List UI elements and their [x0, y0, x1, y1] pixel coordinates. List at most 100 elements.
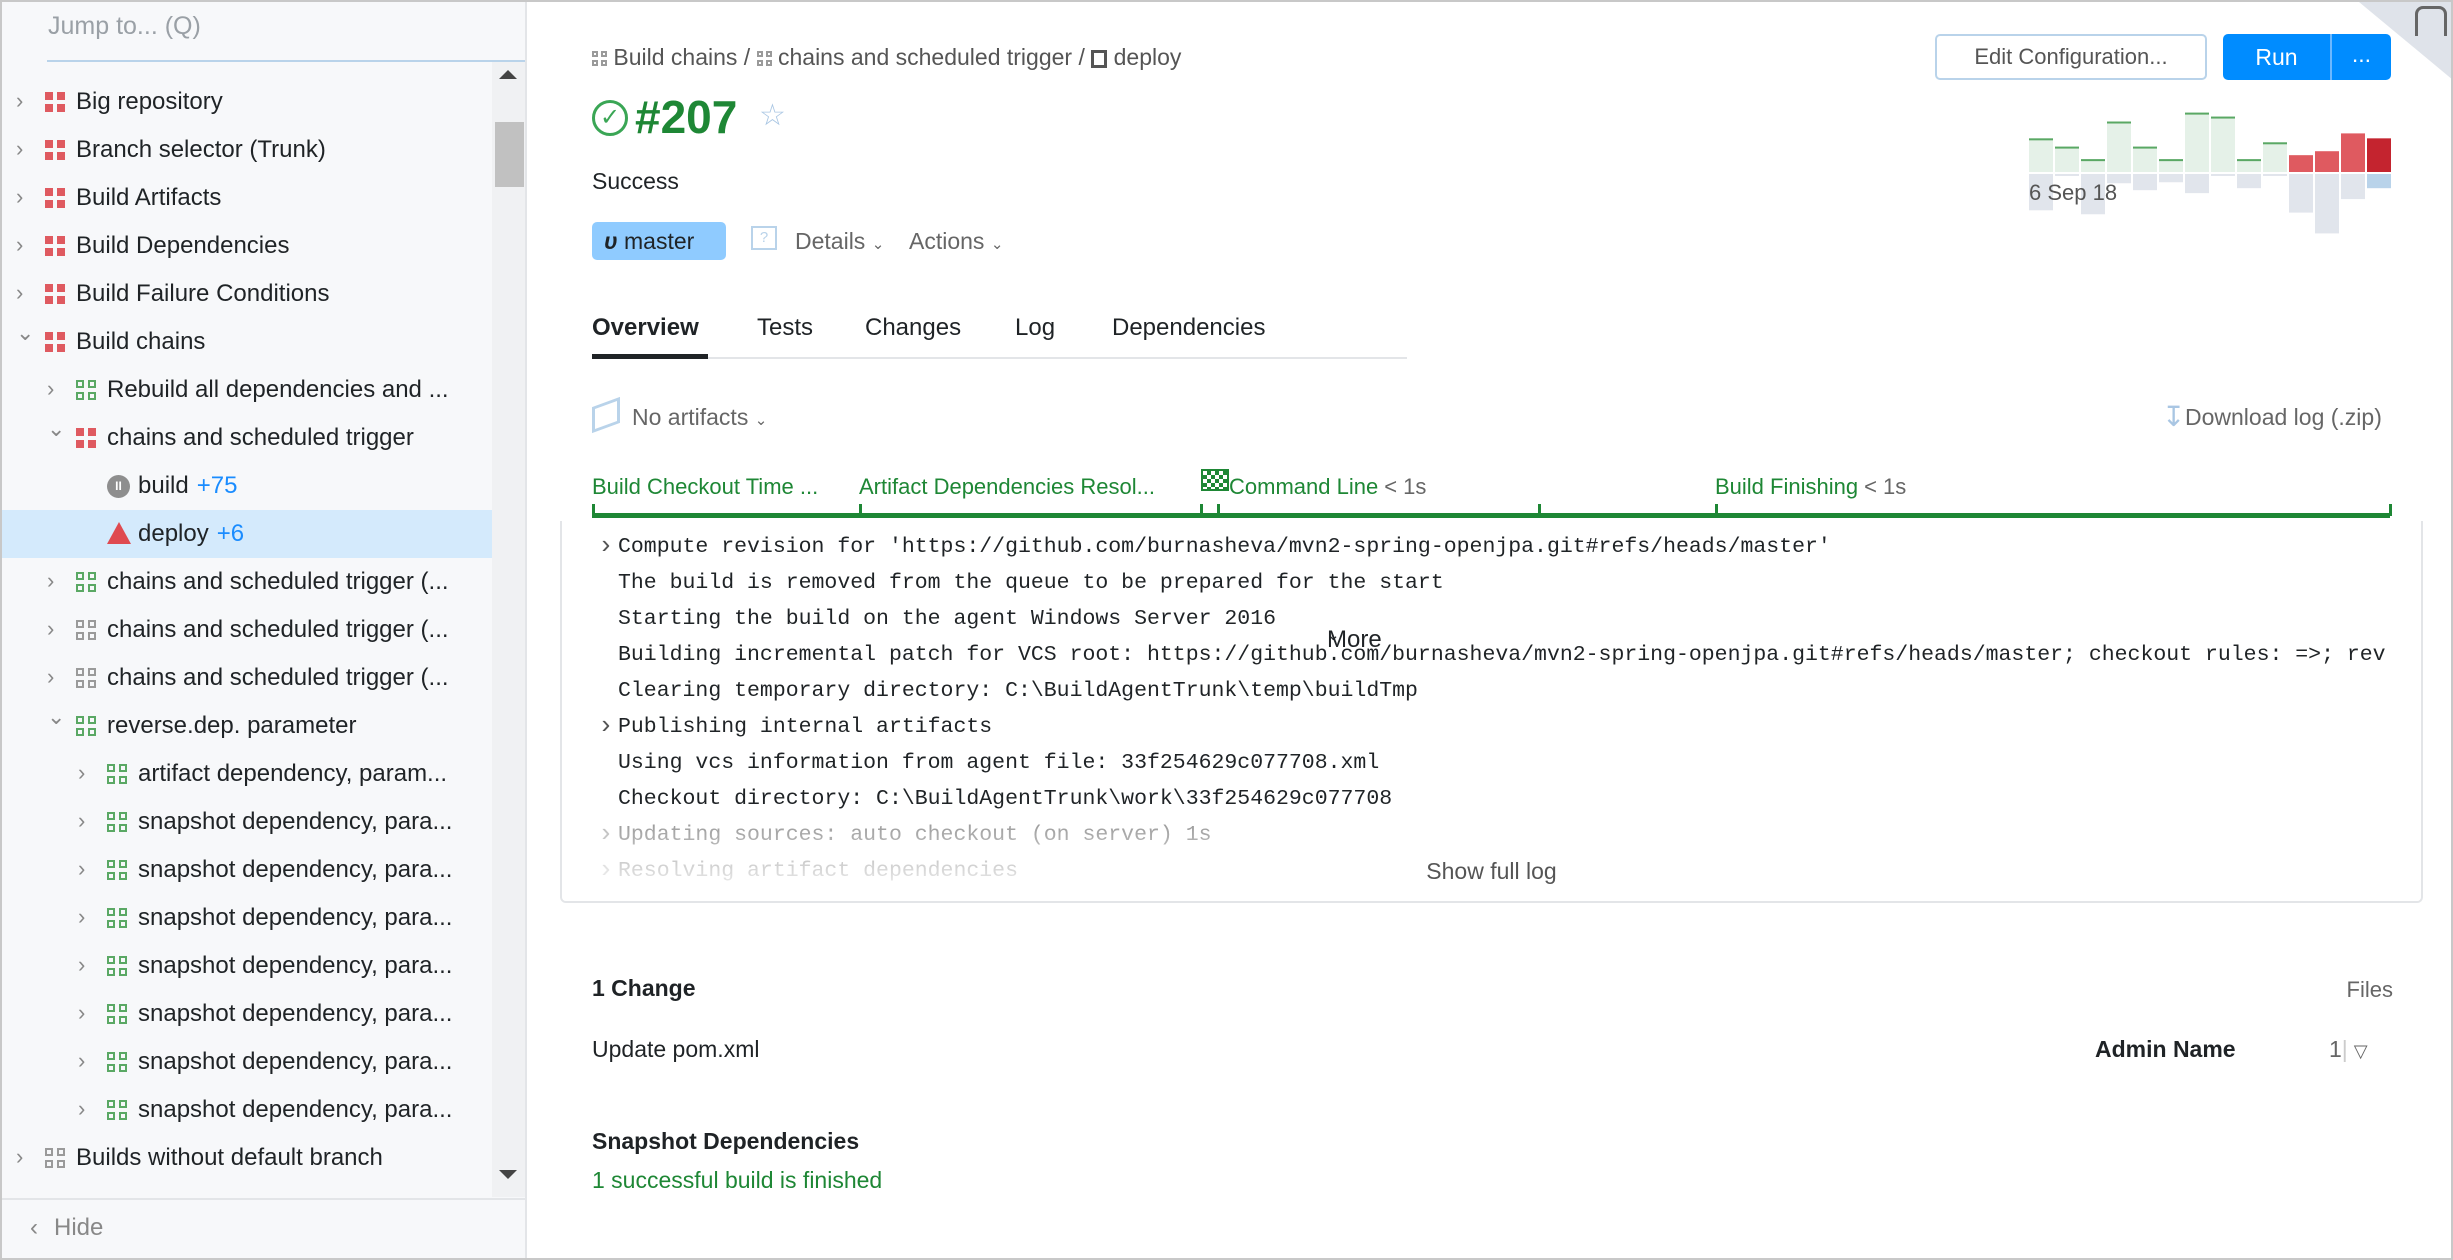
- sidebar-footer: ‹ Hide: [2, 1198, 525, 1258]
- stage-label[interactable]: Command Line < 1s: [1229, 474, 1426, 500]
- tree-item[interactable]: › snapshot dependency, para...: [2, 846, 492, 894]
- chevron-down-icon: ⌄: [871, 236, 885, 253]
- scroll-up-icon[interactable]: [499, 70, 517, 79]
- download-log-link[interactable]: Download log (.zip): [2185, 404, 2382, 431]
- tree-item[interactable]: ⌄ Build chains: [2, 318, 492, 366]
- project-icon: [76, 620, 96, 640]
- tree-item[interactable]: › snapshot dependency, para...: [2, 990, 492, 1038]
- chevron-right-icon[interactable]: ›: [16, 280, 36, 306]
- branch-badge[interactable]: υ master: [592, 222, 726, 260]
- run-button[interactable]: Run: [2223, 34, 2330, 80]
- tree-item[interactable]: › snapshot dependency, para...: [2, 1086, 492, 1134]
- scroll-down-icon[interactable]: [499, 1170, 517, 1179]
- history-bar[interactable]: [2185, 112, 2209, 172]
- change-author[interactable]: Admin Name: [2095, 1036, 2236, 1063]
- tree-item[interactable]: › Branch selector (Trunk): [2, 126, 492, 174]
- expand-chevron-icon[interactable]: ›: [598, 531, 614, 561]
- history-bar[interactable]: [2211, 116, 2235, 172]
- tab-overview[interactable]: Overview: [592, 314, 699, 342]
- scrollbar-thumb[interactable]: [495, 122, 524, 187]
- chevron-right-icon[interactable]: ›: [78, 952, 98, 978]
- snapshot-dependencies-summary[interactable]: 1 successful build is finished: [592, 1167, 882, 1194]
- chevron-right-icon[interactable]: ›: [16, 1144, 36, 1170]
- history-bar[interactable]: [2107, 121, 2131, 172]
- files-link[interactable]: Files: [2347, 977, 2393, 1003]
- tree-item[interactable]: › snapshot dependency, para...: [2, 894, 492, 942]
- sidebar-scrollbar[interactable]: [492, 62, 525, 1197]
- breadcrumb-chains-trigger[interactable]: chains and scheduled trigger: [778, 44, 1072, 70]
- tab-changes[interactable]: Changes: [865, 314, 961, 342]
- tree-item[interactable]: › Builds without default branch: [2, 1134, 492, 1182]
- tree-item[interactable]: › artifact dependency, param...: [2, 750, 492, 798]
- chevron-right-icon[interactable]: ›: [16, 184, 36, 210]
- star-icon[interactable]: ☆: [759, 98, 786, 133]
- hide-sidebar-button[interactable]: ‹ Hide: [30, 1214, 103, 1242]
- history-bar[interactable]: [2263, 142, 2287, 172]
- tab-tests[interactable]: Tests: [757, 314, 813, 342]
- chevron-right-icon[interactable]: ›: [47, 376, 67, 402]
- tree-item[interactable]: ⌄ chains and scheduled trigger: [2, 414, 492, 462]
- jump-to-search-input[interactable]: Jump to... (Q): [48, 12, 201, 41]
- tree-item[interactable]: deploy +6: [2, 510, 492, 558]
- tree-item[interactable]: ⌄ reverse.dep. parameter: [2, 702, 492, 750]
- tree-item[interactable]: › snapshot dependency, para...: [2, 1038, 492, 1086]
- tree-item[interactable]: › Build Dependencies: [2, 222, 492, 270]
- history-bar[interactable]: [2055, 146, 2079, 172]
- change-files-count[interactable]: 1| ▽: [2329, 1036, 2368, 1063]
- actions-dropdown[interactable]: Actions ⌄: [909, 228, 1003, 255]
- tree-item[interactable]: › Build Artifacts: [2, 174, 492, 222]
- expand-chevron-icon[interactable]: ›: [598, 711, 614, 741]
- chevron-right-icon[interactable]: ›: [78, 808, 98, 834]
- chevron-right-icon[interactable]: ›: [47, 664, 67, 690]
- tree-item-label: snapshot dependency, para...: [138, 1096, 453, 1123]
- tree-item-label: build +75: [138, 472, 238, 499]
- chevron-down-icon[interactable]: ⌄: [47, 704, 67, 730]
- chevron-right-icon[interactable]: ›: [78, 1000, 98, 1026]
- stage-label[interactable]: Build Finishing < 1s: [1715, 474, 1906, 500]
- stage-label[interactable]: Artifact Dependencies Resol...: [859, 474, 1155, 500]
- tab-log[interactable]: Log: [1015, 314, 1055, 342]
- tree-item[interactable]: › chains and scheduled trigger (...: [2, 558, 492, 606]
- history-wait-bar: [2185, 174, 2209, 194]
- show-full-log-button[interactable]: Show full log: [562, 858, 2421, 885]
- tree-item[interactable]: › Build Failure Conditions: [2, 270, 492, 318]
- search-underline: [47, 60, 525, 62]
- chevron-right-icon[interactable]: ›: [16, 136, 36, 162]
- chevron-down-icon[interactable]: ⌄: [47, 416, 67, 442]
- chevron-right-icon[interactable]: ›: [78, 856, 98, 882]
- details-dropdown[interactable]: Details ⌄: [795, 228, 884, 255]
- stage-label[interactable]: Build Checkout Time ...: [592, 474, 818, 500]
- tree-item[interactable]: › chains and scheduled trigger (...: [2, 654, 492, 702]
- tree-item[interactable]: › Rebuild all dependencies and ...: [2, 366, 492, 414]
- history-bar[interactable]: [2289, 155, 2313, 172]
- edit-configuration-button[interactable]: Edit Configuration...: [1935, 34, 2207, 80]
- tree-item[interactable]: › snapshot dependency, para...: [2, 798, 492, 846]
- chevron-right-icon[interactable]: ›: [47, 568, 67, 594]
- tree-item-label: chains and scheduled trigger: [107, 424, 414, 451]
- tree-item[interactable]: II build +75: [2, 462, 492, 510]
- chevron-right-icon[interactable]: ›: [78, 904, 98, 930]
- chevron-right-icon[interactable]: ›: [78, 1048, 98, 1074]
- tree-item[interactable]: › chains and scheduled trigger (...: [2, 606, 492, 654]
- history-bar[interactable]: [2029, 138, 2053, 172]
- chevron-right-icon[interactable]: ›: [16, 88, 36, 114]
- artifacts-dropdown[interactable]: No artifacts ⌄: [632, 404, 767, 431]
- breadcrumb-build-chains[interactable]: Build chains: [613, 44, 737, 70]
- history-bar[interactable]: [2341, 133, 2365, 172]
- chevron-right-icon[interactable]: ›: [78, 1096, 98, 1122]
- change-message[interactable]: Update pom.xml: [592, 1036, 759, 1063]
- tree-item[interactable]: › snapshot dependency, para...: [2, 942, 492, 990]
- chevron-right-icon[interactable]: ›: [47, 616, 67, 642]
- log-line: Using vcs information from agent file: 3…: [618, 751, 1380, 775]
- history-bar-top: [2159, 159, 2183, 162]
- history-bar[interactable]: [2133, 146, 2157, 172]
- breadcrumb-deploy[interactable]: deploy: [1114, 44, 1182, 70]
- history-bar[interactable]: [2367, 138, 2391, 172]
- chevron-right-icon[interactable]: ›: [78, 760, 98, 786]
- tab-dependencies[interactable]: Dependencies: [1112, 314, 1265, 342]
- elephant-icon[interactable]: [2415, 6, 2447, 36]
- tree-item[interactable]: › Big repository: [2, 78, 492, 126]
- chevron-down-icon[interactable]: ⌄: [16, 320, 36, 346]
- history-bar[interactable]: [2315, 151, 2339, 172]
- chevron-right-icon[interactable]: ›: [16, 232, 36, 258]
